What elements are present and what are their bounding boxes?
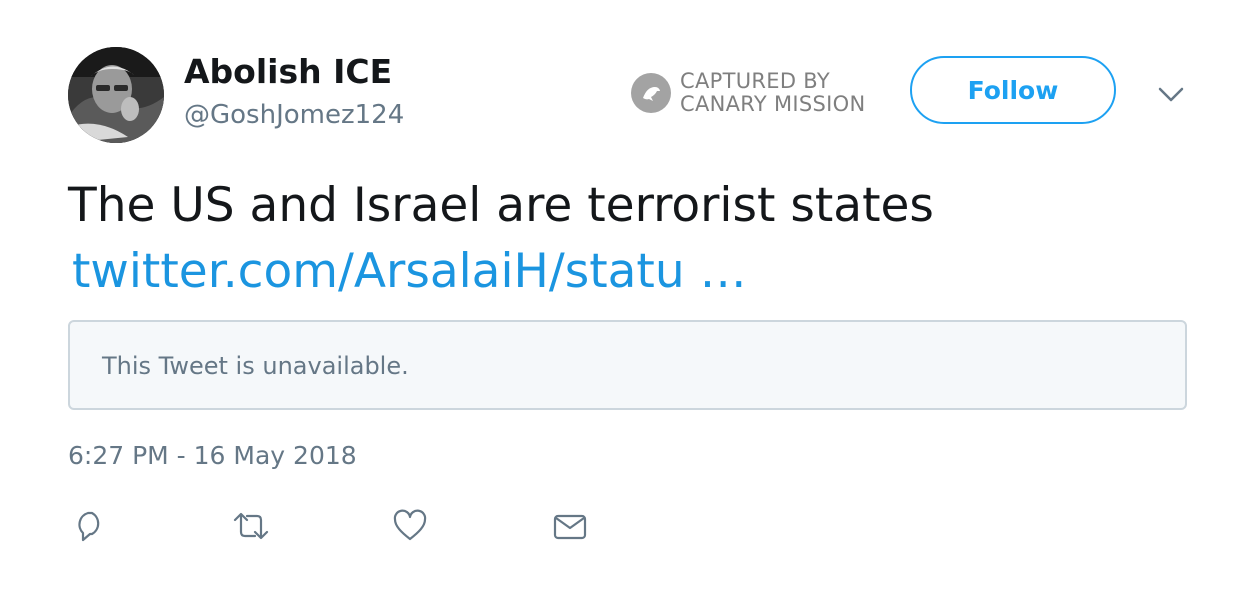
tweet-link[interactable]: twitter.com/ArsalaiH/statu … (72, 242, 747, 302)
canary-mission-watermark: CAPTURED BY CANARY MISSION (631, 70, 865, 116)
like-icon[interactable] (392, 508, 428, 544)
display-name[interactable]: Abolish ICE (184, 52, 392, 92)
tweet-text: The US and Israel are terrorist states (68, 178, 934, 233)
follow-button[interactable]: Follow (910, 56, 1116, 124)
avatar[interactable] (68, 47, 164, 143)
avatar-photo (68, 47, 164, 143)
retweet-icon[interactable] (231, 508, 269, 544)
quoted-tweet-unavailable-text: This Tweet is unavailable. (102, 352, 409, 380)
user-handle[interactable]: @GoshJomez124 (184, 98, 404, 132)
reply-icon[interactable] (72, 508, 108, 544)
canary-bird-icon (631, 73, 671, 113)
tweet-card: Abolish ICE @GoshJomez124 CAPTURED BY CA… (0, 0, 1254, 593)
watermark-line2: CANARY MISSION (680, 92, 866, 116)
chevron-down-icon[interactable] (1156, 80, 1186, 110)
quoted-tweet-box[interactable]: This Tweet is unavailable. (68, 320, 1187, 410)
watermark-line1: CAPTURED BY (680, 69, 830, 93)
direct-message-icon[interactable] (552, 508, 588, 544)
tweet-timestamp[interactable]: 6:27 PM - 16 May 2018 (68, 440, 357, 472)
watermark-text: CAPTURED BY CANARY MISSION (680, 70, 865, 116)
